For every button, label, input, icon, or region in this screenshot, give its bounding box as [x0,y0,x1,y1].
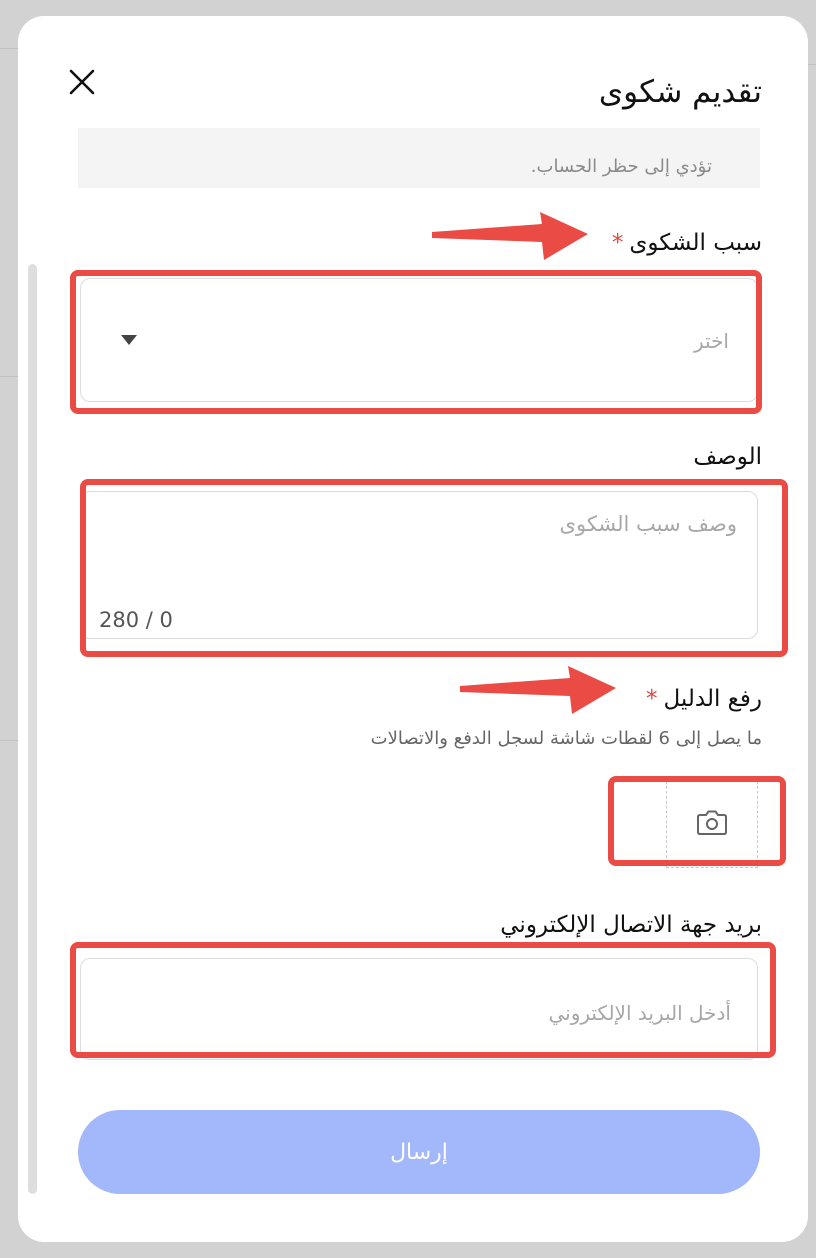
evidence-hint: ما يصل إلى 6 لقطات شاشة لسجل الدفع والات… [370,728,762,749]
background-divider [0,376,20,377]
email-label-text: بريد جهة الاتصال الإلكتروني [500,912,762,938]
reason-select[interactable]: اختر [80,278,758,402]
reason-label-text: سبب الشكوى [629,230,762,256]
close-icon [69,69,95,95]
notice-box: تؤدي إلى حظر الحساب. [78,128,760,188]
camera-icon [697,810,727,835]
evidence-label: رفع الدليل* [646,686,762,712]
email-input[interactable]: أدخل البريد الإلكتروني [80,958,758,1060]
description-label: الوصف [693,444,762,470]
submit-button[interactable]: إرسال [78,1110,760,1194]
reason-label: سبب الشكوى* [612,230,762,256]
chevron-down-icon [121,335,137,345]
description-placeholder: وصف سبب الشكوى [559,512,737,536]
required-mark: * [646,686,658,712]
background-divider [0,740,20,741]
description-label-text: الوصف [693,444,762,470]
evidence-label-text: رفع الدليل [663,686,763,712]
close-button[interactable] [64,64,100,100]
upload-button[interactable] [666,776,758,868]
description-textarea[interactable]: وصف سبب الشكوى 280 / 0 [80,491,758,639]
background-divider [0,48,20,49]
required-mark: * [611,230,624,256]
reason-select-placeholder: اختر [694,329,729,353]
email-label: بريد جهة الاتصال الإلكتروني [500,912,762,938]
modal-title: تقديم شكوى [598,74,762,110]
email-placeholder: أدخل البريد الإلكتروني [548,1001,731,1025]
scrollbar[interactable] [28,264,37,1194]
character-counter: 280 / 0 [99,608,173,632]
notice-text: تؤدي إلى حظر الحساب. [530,156,712,177]
complaint-modal: تقديم شكوى تؤدي إلى حظر الحساب. سبب الشك… [18,16,808,1242]
